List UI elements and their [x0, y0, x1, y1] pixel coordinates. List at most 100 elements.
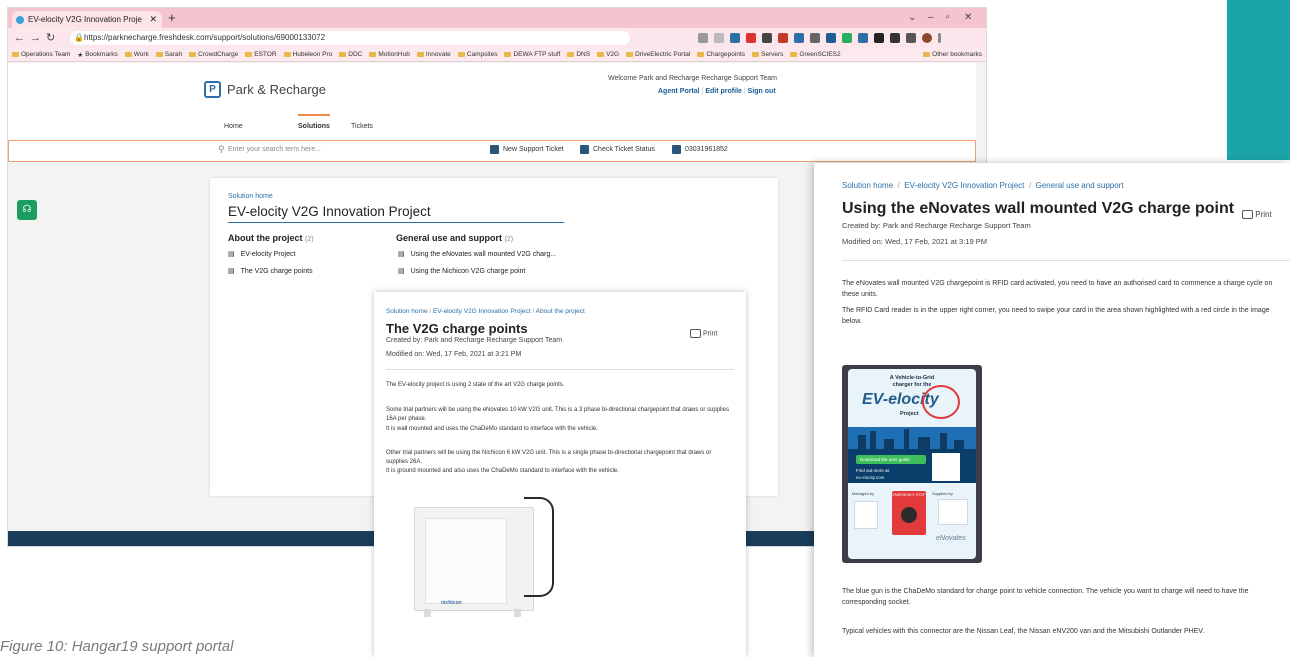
- tab-solutions[interactable]: Solutions: [298, 123, 330, 130]
- chevron-down-icon[interactable]: ⌄: [908, 10, 916, 26]
- header-links: Agent Portal | Edit profile | Sign out: [658, 88, 776, 95]
- phone-link[interactable]: 03031961852: [672, 145, 728, 154]
- list-item[interactable]: ▤ EV-elocity Project: [228, 250, 295, 258]
- minimize-icon[interactable]: –: [928, 10, 934, 26]
- folder-icon: [457, 52, 465, 57]
- bookmark-item[interactable]: DEWA FTP stuff: [504, 51, 560, 58]
- star-icon: ★: [77, 51, 84, 59]
- bookmark-item[interactable]: DDC: [339, 51, 362, 58]
- list-item[interactable]: ▤ Using the Nichicon V2G charge point: [398, 267, 525, 275]
- bookmark-item[interactable]: Sarah: [155, 51, 182, 58]
- back-arrow-icon[interactable]: ←: [14, 30, 25, 46]
- bookmark-item[interactable]: Innovate: [416, 51, 451, 58]
- folder-icon: [923, 52, 931, 57]
- window-close-icon[interactable]: ✕: [964, 10, 972, 26]
- maximize-icon[interactable]: ▫: [946, 10, 950, 26]
- print-button[interactable]: Print: [690, 329, 717, 338]
- puzzle-icon[interactable]: [890, 33, 900, 43]
- menu-icon[interactable]: [938, 33, 941, 43]
- sidebar-icon[interactable]: [906, 33, 916, 43]
- modified-text: Modified on: Wed, 17 Feb, 2021 at 3:21 P…: [386, 351, 522, 358]
- search-input[interactable]: Enter your search term here...: [228, 146, 321, 153]
- new-support-ticket-link[interactable]: New Support Ticket: [490, 145, 564, 154]
- site-logo-text[interactable]: Park & Recharge: [227, 82, 326, 97]
- sticker-text: EMERGENCY STOP: [892, 493, 926, 497]
- bookmark-item[interactable]: DNS: [567, 51, 590, 58]
- extension-icon[interactable]: [730, 33, 740, 43]
- ticket-icon: [580, 145, 589, 154]
- edit-profile-link[interactable]: Edit profile: [705, 88, 742, 95]
- print-button[interactable]: Print: [1242, 210, 1272, 220]
- extension-icon[interactable]: [874, 33, 884, 43]
- forward-arrow-icon[interactable]: →: [30, 30, 41, 46]
- chat-icon[interactable]: ☊: [17, 200, 37, 220]
- folder-icon: [752, 52, 760, 57]
- share-icon[interactable]: [698, 33, 708, 43]
- section-heading-about: About the project (2): [228, 233, 314, 243]
- extension-icon[interactable]: [842, 33, 852, 43]
- logo-icon[interactable]: P: [204, 81, 221, 98]
- extension-icon[interactable]: [762, 33, 772, 43]
- extension-icon[interactable]: [746, 33, 756, 43]
- enovates-logo: eNovates: [936, 535, 966, 542]
- folder-icon: [790, 52, 798, 57]
- close-icon[interactable]: ✕: [149, 11, 157, 28]
- sign-out-link[interactable]: Sign out: [748, 88, 776, 95]
- breadcrumb[interactable]: Solution home: [228, 193, 273, 200]
- bookmark-item[interactable]: Servers: [752, 51, 783, 58]
- folder-icon: [155, 52, 163, 57]
- address-bar[interactable]: 🔒 https://parknecharge.freshdesk.com/sup…: [70, 31, 630, 45]
- site-header: [8, 63, 976, 148]
- bookmark-item[interactable]: MotionHub: [369, 51, 410, 58]
- bookmark-item[interactable]: GreenSCIES2: [790, 51, 841, 58]
- document-icon: ▤: [228, 268, 235, 275]
- paragraph: The blue gun is the ChaDeMo standard for…: [842, 588, 1249, 606]
- sticker-text: A Vehicle-to-Grid: [889, 375, 935, 381]
- tab-tickets[interactable]: Tickets: [351, 123, 373, 130]
- print-icon: [690, 329, 701, 338]
- folder-icon: [339, 52, 347, 57]
- bookmark-item[interactable]: Operations Team: [12, 51, 70, 58]
- bookmark-item[interactable]: DriveElectric Portal: [626, 51, 690, 58]
- folder-icon: [597, 52, 605, 57]
- bookmark-item[interactable]: Chargepoints: [697, 51, 745, 58]
- other-bookmarks[interactable]: Other bookmarks: [923, 51, 986, 58]
- paragraph: Other trial partners will be using the N…: [386, 450, 712, 465]
- phone-icon: [672, 145, 681, 154]
- list-item[interactable]: ▤ Using the eNovates wall mounted V2G ch…: [398, 250, 556, 258]
- link-divider: |: [701, 88, 704, 95]
- star-icon[interactable]: [714, 33, 724, 43]
- author-text: Created by: Park and Recharge Recharge S…: [842, 221, 1031, 230]
- list-item[interactable]: ▤ The V2G charge points: [228, 267, 313, 275]
- charging-cable-image: [524, 497, 554, 597]
- extension-icon[interactable]: [810, 33, 820, 43]
- bookmark-item[interactable]: ESTOR: [245, 51, 277, 58]
- extension-icon[interactable]: [778, 33, 788, 43]
- bookmark-item[interactable]: Work: [124, 51, 149, 58]
- bookmark-item[interactable]: Campsites: [457, 51, 497, 58]
- document-icon: ▤: [228, 251, 235, 258]
- folder-icon: [245, 52, 253, 57]
- search-icon: ⚲: [218, 144, 225, 154]
- extension-icon[interactable]: [826, 33, 836, 43]
- bookmark-item[interactable]: ★ Bookmarks: [77, 51, 117, 59]
- bookmark-item[interactable]: CrowdCharge: [189, 51, 238, 58]
- document-icon: ▤: [398, 251, 405, 258]
- folder-icon: [567, 52, 575, 57]
- bookmark-item[interactable]: V2G: [597, 51, 619, 58]
- extension-icon[interactable]: [794, 33, 804, 43]
- extension-icon[interactable]: [858, 33, 868, 43]
- paragraph: It is ground mounted and also uses the C…: [386, 468, 619, 474]
- avatar[interactable]: [922, 33, 932, 43]
- bookmarks-bar: Operations Team ★ Bookmarks Work Sarah Cr…: [8, 48, 986, 62]
- tab-home[interactable]: Home: [224, 123, 243, 130]
- folder-icon: [124, 52, 132, 57]
- check-ticket-status-link[interactable]: Check Ticket Status: [580, 145, 655, 154]
- new-tab-button[interactable]: +: [168, 10, 176, 26]
- folder-icon: [626, 52, 634, 57]
- bookmark-item[interactable]: Hubeleon Pro: [283, 51, 332, 58]
- agent-portal-link[interactable]: Agent Portal: [658, 88, 700, 95]
- browser-tab[interactable]: EV-elocity V2G Innovation Proje ✕: [12, 11, 162, 28]
- sticker-text: Project: [900, 411, 919, 417]
- reload-icon[interactable]: ↻: [46, 30, 55, 46]
